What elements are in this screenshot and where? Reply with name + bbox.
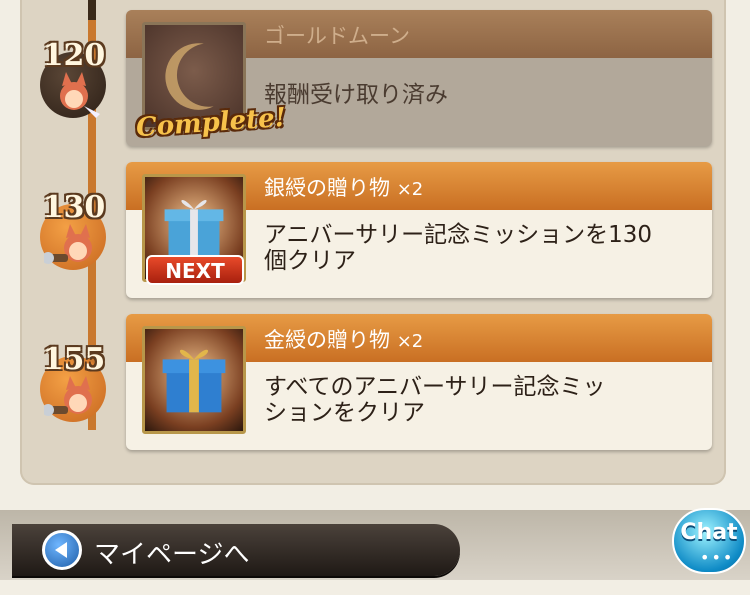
mascot-icon [44, 376, 92, 416]
chat-dots-icon: ••• [700, 548, 735, 567]
reward-quantity: ×2 [396, 331, 424, 352]
level-marker-130: 130 [34, 190, 114, 280]
level-marker-120: 120 [34, 38, 114, 128]
reward-quantity: ×2 [396, 179, 424, 200]
reward-icon-frame [142, 326, 246, 434]
reward-title: 金綬の贈り物 ×2 [264, 328, 424, 352]
mission-description: すべてのアニバーサリー記念ミッ ションをクリア [264, 374, 606, 426]
chat-label: Chat [680, 520, 738, 545]
mission-card-155[interactable]: 金綬の贈り物 ×2 すべてのアニバーサリー記念ミッ ションをクリア [126, 314, 712, 450]
chat-button[interactable]: Chat ••• [672, 508, 746, 574]
mascot-icon [44, 224, 92, 264]
mission-description: アニバーサリー記念ミッションを130 個クリア [264, 222, 652, 274]
progress-track-completed [88, 0, 96, 20]
mission-description: 報酬受け取り済み [264, 82, 448, 108]
back-arrow-icon [42, 530, 82, 570]
gold-gift-icon [162, 349, 226, 413]
level-marker-155: 155 [34, 342, 114, 432]
reward-title: 銀綬の贈り物 ×2 [264, 176, 424, 200]
mypage-label: マイページへ [94, 540, 250, 570]
reward-title: ゴールドムーン [264, 24, 410, 48]
mypage-button[interactable]: マイページへ [12, 524, 460, 576]
next-badge: NEXT [146, 255, 244, 285]
mascot-icon [60, 72, 100, 118]
